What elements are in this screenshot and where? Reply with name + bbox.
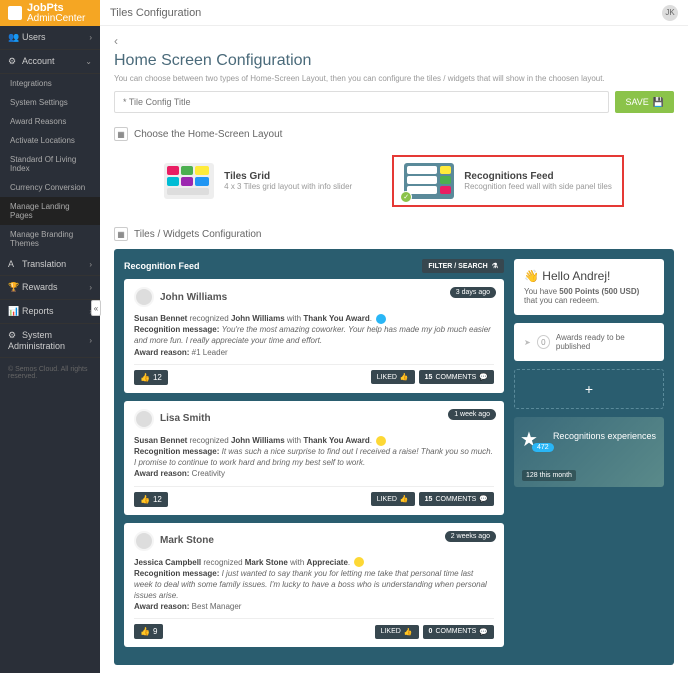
chart-icon: 📊 [8,306,18,317]
nav-translation[interactable]: ATranslation› [0,253,100,276]
chevron-right-icon: › [89,260,92,269]
liked-button[interactable]: LIKED 👍 [375,625,419,639]
comment-icon: 💬 [479,495,488,503]
page-title: Home Screen Configuration [114,52,674,70]
add-tile-button[interactable]: + [514,369,664,409]
like-button[interactable]: 👍9 [134,624,163,639]
exp-title: Recognitions experiences [553,431,656,441]
feed-title: Recognition Feed [124,261,200,271]
time-badge: 3 days ago [450,287,496,298]
awards-ready-panel[interactable]: ➤ 0 Awards ready to be published [514,323,664,361]
feed-thumb: ✓ [404,163,454,199]
user-avatar[interactable]: JK [662,5,678,21]
like-button[interactable]: 👍12 [134,370,168,385]
brand: JobPtsAdminCenter [0,0,100,26]
layout-icon: ▦ [114,127,128,141]
section-tiles-config: ▦Tiles / Widgets Configuration [114,227,674,241]
topbar-title: Tiles Configuration [110,7,201,19]
save-button[interactable]: SAVE💾 [615,91,674,113]
card-name: John Williams [160,292,227,303]
comments-button[interactable]: 15 COMMENTS 💬 [419,492,494,506]
topbar: Tiles Configuration JK [100,0,688,26]
nav-integrations[interactable]: Integrations [0,74,100,93]
layout-option-feed[interactable]: ✓ Recognitions FeedRecognition feed wall… [392,155,624,207]
save-icon: 💾 [653,97,664,108]
exp-count: 472 [532,443,554,452]
nav-rewards[interactable]: 🏆Rewards› [0,276,100,300]
nav-system-admin[interactable]: ⚙System Administration› [0,324,100,358]
time-badge: 2 weeks ago [445,531,496,542]
nav-award-reasons[interactable]: Award Reasons [0,112,100,131]
nav-reports[interactable]: 📊Reports› [0,300,100,324]
feed-card: 3 days agoJohn WilliamsSusan Bennet reco… [124,279,504,393]
card-name: Lisa Smith [160,413,211,424]
trophy-icon: 🏆 [8,282,18,293]
tile-config-title-input[interactable] [114,91,609,113]
brand-logo-icon [8,6,22,20]
avatar [134,531,154,551]
translate-icon: A [8,259,18,269]
filter-icon: ⚗ [492,262,498,270]
feed-card: 1 week agoLisa SmithSusan Bennet recogni… [124,401,504,515]
exp-bottom: 128 this month [522,470,576,481]
chevron-down-icon: ⌄ [85,57,92,66]
tiles-icon: ▦ [114,227,128,241]
like-button[interactable]: 👍12 [134,492,168,507]
chevron-right-icon: › [89,33,92,42]
page-subtitle: You can choose between two types of Home… [114,74,674,83]
thumbs-up-icon: 👍 [400,373,409,381]
avatar [134,287,154,307]
nav-system-settings[interactable]: System Settings [0,93,100,112]
nav-manage-landing[interactable]: Manage Landing Pages [0,197,100,225]
time-badge: 1 week ago [448,409,496,420]
thumbs-up-icon: 👍 [140,627,150,636]
liked-button[interactable]: LIKED 👍 [371,370,415,384]
thumbs-up-icon: 👍 [140,373,150,382]
nav-account[interactable]: ⚙Account⌄ [0,50,100,74]
nav-currency-conversion[interactable]: Currency Conversion [0,178,100,197]
nav-manage-branding[interactable]: Manage Branding Themes [0,225,100,253]
nav-users[interactable]: 👥Users› [0,26,100,50]
hello-panel: 👋 Hello Andrej! You have 500 Points (500… [514,259,664,315]
thumbs-up-icon: 👍 [140,495,150,504]
comments-button[interactable]: 0 COMMENTS 💬 [423,625,494,639]
chevron-right-icon: › [89,283,92,292]
nav-standard-of-living[interactable]: Standard Of Living Index [0,150,100,178]
section-choose-layout: ▦Choose the Home-Screen Layout [114,127,674,141]
collapse-sidebar-button[interactable]: « [91,300,101,316]
avatar [134,409,154,429]
experiences-tile[interactable]: ★ 472 Recognitions experiences 128 this … [514,417,664,487]
wave-icon: 👋 [524,269,539,283]
filter-search-button[interactable]: FILTER / SEARCH⚗ [422,259,504,273]
comment-icon: 💬 [479,373,488,381]
thumbs-up-icon: 👍 [404,628,413,636]
liked-button[interactable]: LIKED 👍 [371,492,415,506]
comment-icon: 💬 [479,628,488,636]
chevron-right-icon: › [89,336,92,345]
sidebar: JobPtsAdminCenter 👥Users› ⚙Account⌄ Inte… [0,0,100,673]
awards-count: 0 [537,335,550,349]
card-name: Mark Stone [160,535,214,546]
send-icon: ➤ [524,338,531,347]
comments-button[interactable]: 15 COMMENTS 💬 [419,370,494,384]
nav-activate-locations[interactable]: Activate Locations [0,131,100,150]
sidebar-footer: © Semos Cloud. All rights reserved. [0,358,100,388]
preview-area: Recognition Feed FILTER / SEARCH⚗ 3 days… [114,249,674,665]
admin-icon: ⚙ [8,330,18,341]
grid-thumb [164,163,214,199]
users-icon: 👥 [8,32,18,43]
check-icon: ✓ [400,191,412,203]
layout-option-grid[interactable]: Tiles Grid4 x 3 Tiles grid layout with i… [164,155,352,207]
thumbs-up-icon: 👍 [400,495,409,503]
feed-card: 2 weeks agoMark StoneJessica Campbell re… [124,523,504,648]
back-button[interactable]: ‹ [114,34,118,48]
gear-icon: ⚙ [8,56,18,67]
